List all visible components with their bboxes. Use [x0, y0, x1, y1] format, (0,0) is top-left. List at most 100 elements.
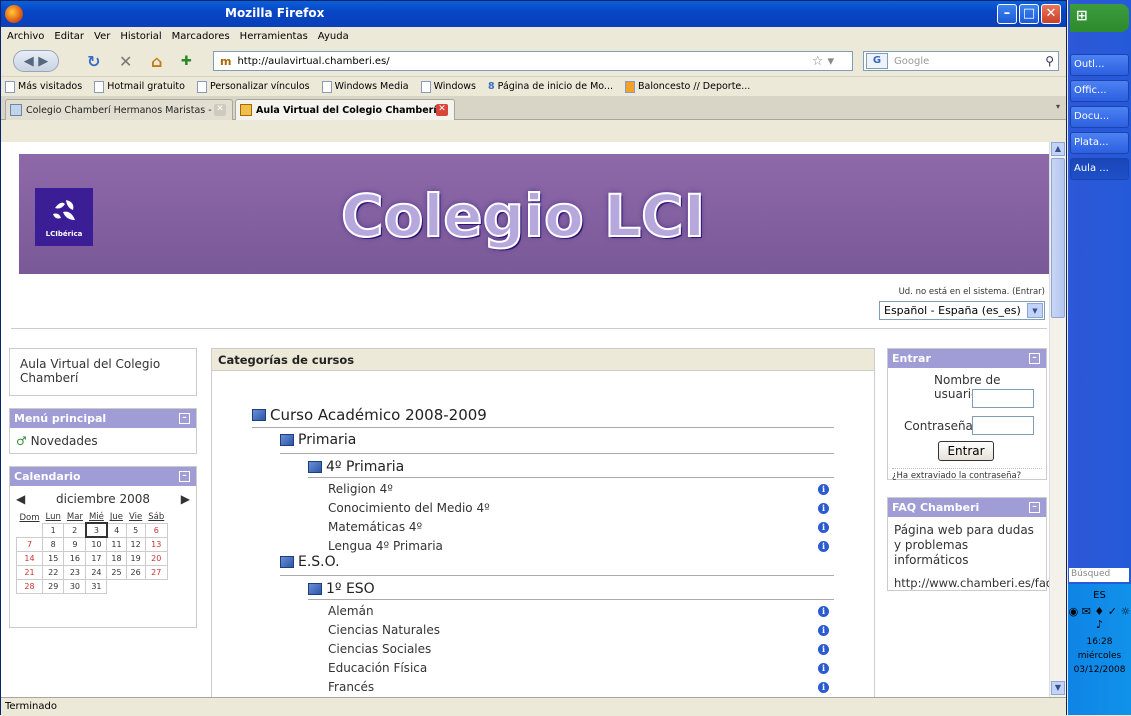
- calendar-day[interactable]: 15: [42, 550, 65, 566]
- close-tab-icon[interactable]: ✕: [436, 104, 448, 116]
- close-button[interactable]: ✕: [1041, 4, 1061, 24]
- course-link[interactable]: Religion 4º: [328, 482, 393, 496]
- info-icon[interactable]: i: [818, 682, 829, 693]
- bookmark-item[interactable]: Hotmail gratuito: [94, 80, 185, 93]
- prev-month-icon[interactable]: ◀: [16, 492, 25, 506]
- info-icon[interactable]: i: [818, 522, 829, 533]
- category-1-eso[interactable]: 1º ESO: [308, 581, 375, 597]
- bookmark-item[interactable]: Windows: [420, 80, 476, 93]
- calendar-day[interactable]: 24: [85, 564, 108, 580]
- category-primaria[interactable]: Primaria: [280, 432, 356, 448]
- tab-colegio-chamberi[interactable]: Colegio Chamberí Hermanos Maristas - ...…: [5, 99, 233, 120]
- lost-password-link[interactable]: ¿Ha extraviado la contraseña?: [892, 468, 1042, 481]
- menu-editar[interactable]: Editar: [54, 31, 84, 42]
- collapse-icon[interactable]: –: [179, 413, 190, 424]
- calendar-day[interactable]: 12: [125, 536, 146, 552]
- bookmark-item[interactable]: Windows Media: [321, 80, 409, 93]
- menu-historial[interactable]: Historial: [120, 31, 161, 42]
- menu-ver[interactable]: Ver: [94, 31, 110, 42]
- maximize-button[interactable]: □: [1019, 4, 1039, 24]
- calendar-day[interactable]: 1: [42, 522, 65, 538]
- tab-list-icon[interactable]: ▾: [1056, 102, 1060, 111]
- info-icon[interactable]: i: [818, 541, 829, 552]
- home-icon[interactable]: ⌂: [151, 50, 162, 72]
- desktop-search-field[interactable]: Búsqued: [1069, 568, 1129, 582]
- collapse-icon[interactable]: –: [1029, 502, 1040, 513]
- calendar-day[interactable]: 22: [42, 564, 65, 580]
- calendar-day[interactable]: 13: [144, 536, 168, 552]
- category-4-primaria[interactable]: 4º Primaria: [308, 459, 404, 475]
- taskbar-item-outlook[interactable]: Outl...: [1070, 54, 1129, 76]
- category-curso-academico[interactable]: Curso Académico 2008-2009: [252, 406, 487, 424]
- calendar-day[interactable]: 8: [42, 536, 65, 552]
- calendar-day[interactable]: 21: [15, 564, 44, 580]
- category-eso[interactable]: E.S.O.: [280, 554, 340, 570]
- calendar-day[interactable]: 7: [15, 536, 44, 552]
- calendar-day[interactable]: 2: [63, 522, 87, 538]
- clock-time[interactable]: 16:28: [1068, 637, 1131, 647]
- menu-archivo[interactable]: Archivo: [7, 31, 44, 42]
- url-bar[interactable]: ⅿ http://aulavirtual.chamberi.es/ ☆ ▾: [213, 51, 853, 71]
- course-link[interactable]: Lengua 4º Primaria: [328, 539, 443, 553]
- info-icon[interactable]: i: [818, 663, 829, 674]
- stop-icon[interactable]: ✕: [119, 50, 132, 72]
- scroll-down-icon[interactable]: ▼: [1051, 681, 1065, 695]
- taskbar-item-plataforma[interactable]: Plata...: [1070, 132, 1129, 154]
- menu-item-novedades[interactable]: ♂ Novedades: [10, 428, 196, 454]
- star-icon[interactable]: ☆ ▾: [812, 54, 834, 69]
- calendar-day[interactable]: 19: [125, 550, 146, 566]
- course-link[interactable]: Alemán: [328, 604, 374, 618]
- calendar-day[interactable]: 6: [144, 522, 168, 538]
- calendar-day[interactable]: 3: [84, 522, 108, 538]
- calendar-day[interactable]: 11: [106, 536, 127, 552]
- calendar-day[interactable]: 28: [15, 578, 44, 594]
- info-icon[interactable]: i: [818, 625, 829, 636]
- language-indicator[interactable]: ES: [1068, 590, 1131, 601]
- menu-ayuda[interactable]: Ayuda: [318, 31, 349, 42]
- info-icon[interactable]: i: [818, 503, 829, 514]
- course-link[interactable]: Ciencias Naturales: [328, 623, 440, 637]
- bookmark-item[interactable]: Más visitados: [5, 80, 82, 93]
- start-button[interactable]: ⊞: [1070, 4, 1129, 32]
- calendar-day[interactable]: 17: [85, 550, 108, 566]
- title-bar[interactable]: Mozilla Firefox – □ ✕: [1, 1, 1066, 27]
- search-bar[interactable]: G Google ⚲: [863, 51, 1059, 71]
- calendar-day[interactable]: 14: [15, 550, 44, 566]
- scroll-up-icon[interactable]: ▲: [1051, 142, 1065, 156]
- calendar-day[interactable]: 23: [63, 564, 87, 580]
- calendar-day[interactable]: 5: [125, 522, 146, 538]
- login-status[interactable]: Ud. no está en el sistema. (Entrar): [899, 287, 1045, 297]
- bookmark-item[interactable]: Baloncesto // Deporte...: [624, 80, 750, 93]
- course-link[interactable]: Ciencias Sociales: [328, 642, 431, 656]
- close-tab-icon[interactable]: ✕: [214, 104, 226, 116]
- calendar-day[interactable]: 27: [144, 564, 168, 580]
- scroll-thumb[interactable]: [1051, 158, 1065, 318]
- vertical-scrollbar[interactable]: ▲ ▼: [1049, 142, 1066, 697]
- course-link[interactable]: Conocimiento del Medio 4º: [328, 501, 490, 515]
- menu-herramientas[interactable]: Herramientas: [240, 31, 308, 42]
- reload-icon[interactable]: ↻: [87, 50, 100, 72]
- taskbar-item-office[interactable]: Offic...: [1070, 80, 1129, 102]
- course-link[interactable]: Educación Física: [328, 661, 427, 675]
- search-icon[interactable]: ⚲: [1045, 54, 1054, 68]
- back-forward-button[interactable]: ◀ ▶: [13, 50, 59, 72]
- menu-marcadores[interactable]: Marcadores: [172, 31, 230, 42]
- course-link[interactable]: Matemáticas 4º: [328, 520, 422, 534]
- taskbar-item-aula[interactable]: Aula ...: [1070, 158, 1129, 180]
- info-icon[interactable]: i: [818, 484, 829, 495]
- tab-aula-virtual[interactable]: Aula Virtual del Colegio Chamberí ✕: [235, 99, 455, 120]
- add-bookmark-icon[interactable]: ✚: [181, 50, 192, 72]
- collapse-icon[interactable]: –: [179, 471, 190, 482]
- language-select[interactable]: Español - España (es_es) ▼: [879, 301, 1045, 320]
- login-button[interactable]: Entrar: [938, 441, 994, 461]
- course-link[interactable]: Francés: [328, 680, 374, 694]
- calendar-day[interactable]: 20: [144, 550, 168, 566]
- calendar-day[interactable]: 16: [63, 550, 87, 566]
- calendar-day[interactable]: 10: [85, 536, 108, 552]
- taskbar-item-documents[interactable]: Docu...: [1070, 106, 1129, 128]
- chevron-down-icon[interactable]: ▼: [1027, 303, 1043, 318]
- username-field[interactable]: [972, 389, 1034, 408]
- calendar-day[interactable]: 29: [42, 578, 65, 594]
- calendar-day[interactable]: 30: [63, 578, 87, 594]
- bookmark-item[interactable]: 8 Página de inicio de Mo...: [488, 81, 613, 92]
